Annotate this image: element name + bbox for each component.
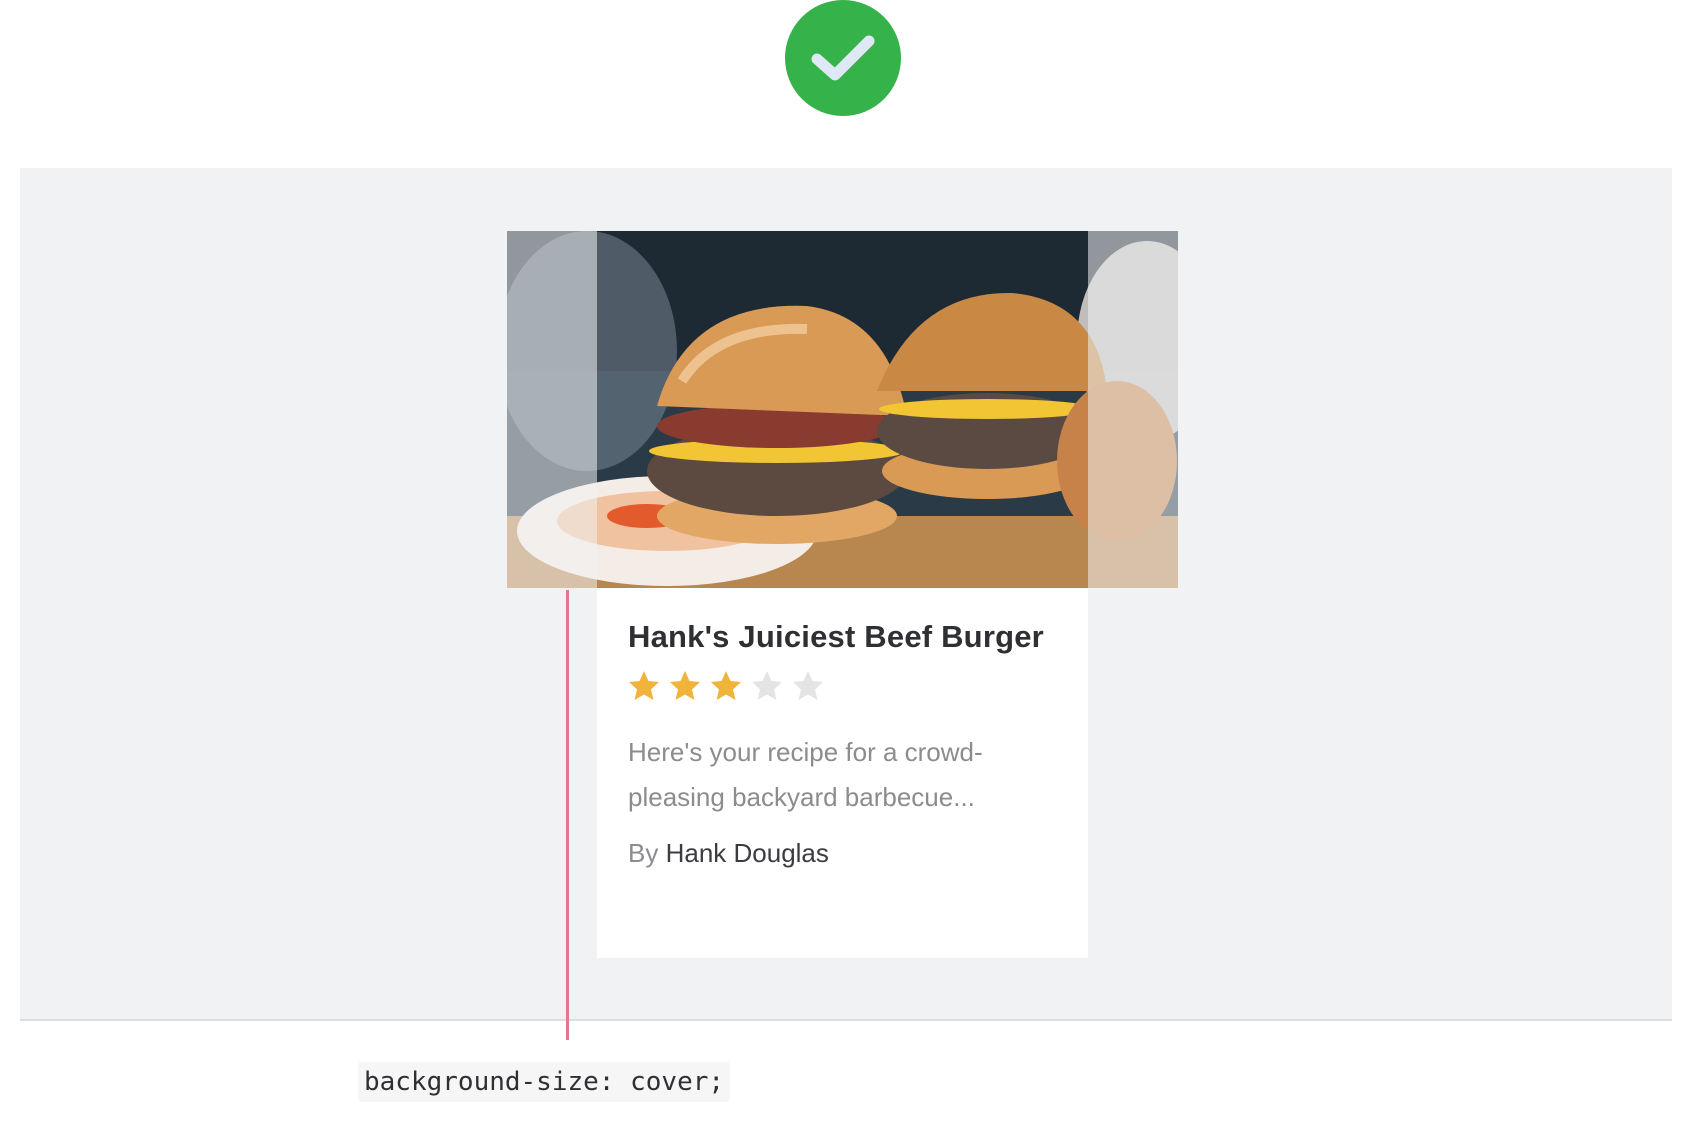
checkmark-icon <box>811 35 875 81</box>
star-empty-icon <box>752 671 782 700</box>
preview-panel: Hank's Juiciest Beef Burger Here's your … <box>20 168 1672 1021</box>
star-empty-icon <box>793 671 823 700</box>
author-name[interactable]: Hank Douglas <box>666 838 829 868</box>
burger-photo <box>597 231 1088 588</box>
star-rating <box>628 670 1068 706</box>
css-code-label: background-size: cover; <box>358 1062 731 1102</box>
cropped-image-overflow-left <box>507 231 597 588</box>
success-check-badge <box>785 0 901 116</box>
recipe-card[interactable]: Hank's Juiciest Beef Burger Here's your … <box>597 231 1088 958</box>
recipe-title[interactable]: Hank's Juiciest Beef Burger <box>628 616 1068 658</box>
recipe-description: Here's your recipe for a crowd-pleasing … <box>628 737 983 812</box>
byline: By Hank Douglas <box>628 838 1068 869</box>
cropped-image-overflow-right <box>1088 231 1178 588</box>
card-body: Hank's Juiciest Beef Burger Here's your … <box>628 616 1068 869</box>
byline-prefix: By <box>628 838 659 868</box>
star-filled-icon <box>629 671 659 700</box>
star-filled-icon <box>711 671 741 700</box>
annotation-marker-line <box>566 590 569 1040</box>
star-filled-icon <box>670 671 700 700</box>
